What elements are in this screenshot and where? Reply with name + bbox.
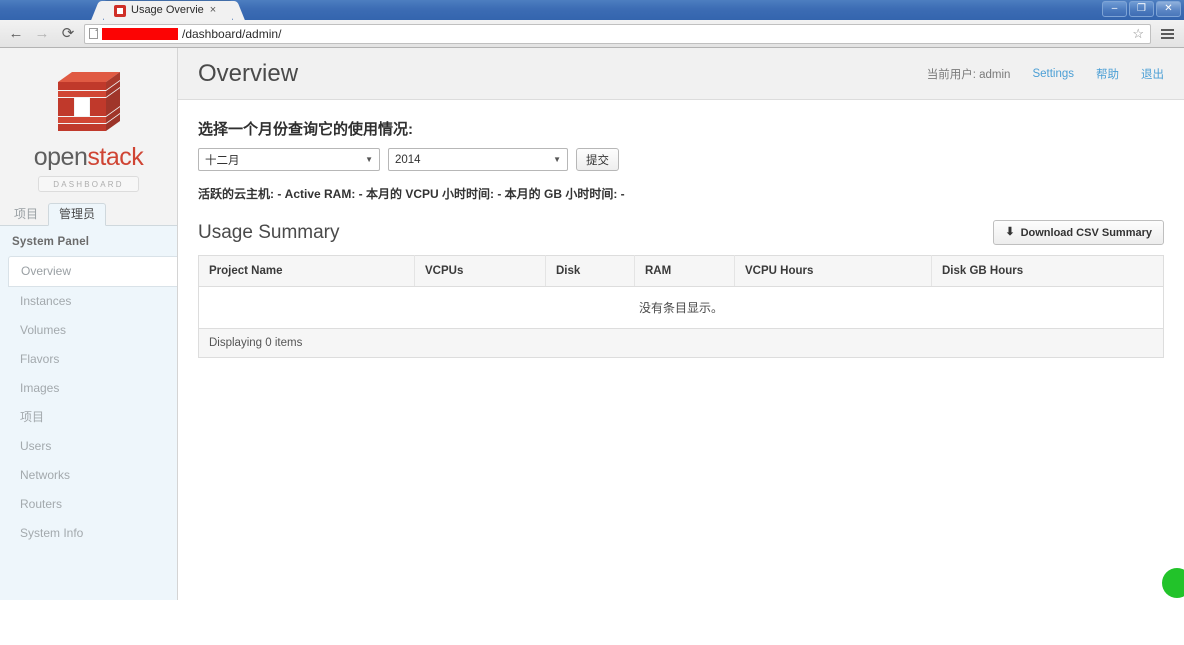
table-empty-row: 没有条目显示。	[198, 286, 1164, 329]
logo-word-stack: stack	[87, 143, 144, 171]
current-user-label: 当前用户: admin	[926, 68, 1011, 81]
window-controls: – ❐ ✕	[1102, 1, 1181, 17]
table-footer-text: Displaying 0 items	[198, 328, 1164, 358]
tab-title: Usage Overvie	[131, 4, 204, 16]
sidebar: openstack DASHBOARD 项目 管理员 System Panel …	[0, 48, 178, 600]
minimize-button[interactable]: –	[1102, 1, 1127, 17]
address-bar[interactable]: /dashboard/admin/ ☆	[84, 23, 1151, 44]
openstack-wordmark: openstack	[33, 143, 144, 171]
column-vcpus[interactable]: VCPUs	[414, 255, 546, 287]
close-tab-icon[interactable]: ×	[210, 1, 216, 20]
year-select[interactable]: 2014 ▼	[388, 148, 568, 171]
sidebar-item-networks[interactable]: Networks	[0, 461, 177, 490]
hamburger-menu-icon[interactable]	[1157, 28, 1178, 39]
close-window-button[interactable]: ✕	[1156, 1, 1181, 17]
download-icon: ⬇	[1005, 226, 1015, 238]
redacted-host	[102, 27, 178, 40]
bookmark-star-icon[interactable]: ☆	[1132, 26, 1146, 42]
browser-toolbar: ← → ⟳ /dashboard/admin/ ☆	[0, 20, 1184, 48]
tab-project[interactable]: 项目	[4, 204, 48, 225]
sidebar-item-volumes[interactable]: Volumes	[0, 316, 177, 345]
back-icon[interactable]: ←	[6, 24, 26, 44]
table-body: 没有条目显示。 Displaying 0 items	[198, 286, 1164, 358]
download-csv-label: Download CSV Summary	[1020, 226, 1152, 239]
browser-chrome: Usage Overvie × – ❐ ✕ ← → ⟳ /dashboard/a…	[0, 0, 1184, 48]
restore-button[interactable]: ❐	[1129, 1, 1154, 17]
sidebar-item-instances[interactable]: Instances	[0, 287, 177, 316]
forward-icon[interactable]: →	[32, 24, 52, 44]
column-vcpu-hours[interactable]: VCPU Hours	[734, 255, 932, 287]
empty-message: 没有条目显示。	[198, 286, 1164, 329]
status-indicator-dot[interactable]	[1162, 568, 1184, 598]
sidebar-item-overview[interactable]: Overview	[8, 256, 177, 287]
year-select-value: 2014	[395, 153, 421, 166]
table-footer-row: Displaying 0 items	[198, 328, 1164, 358]
month-select[interactable]: 十二月 ▼	[198, 148, 380, 171]
page-title: Overview	[198, 59, 299, 87]
main-content: Overview 当前用户: admin Settings 帮助 退出 选择一个…	[178, 48, 1184, 645]
app-body: openstack DASHBOARD 项目 管理员 System Panel …	[0, 48, 1184, 645]
page-info-icon	[89, 28, 98, 39]
chevron-down-icon: ▼	[553, 155, 561, 164]
sidebar-item-users[interactable]: Users	[0, 432, 177, 461]
column-disk[interactable]: Disk	[545, 255, 635, 287]
header-user-area: 当前用户: admin Settings 帮助 退出	[927, 66, 1164, 82]
submit-button[interactable]: 提交	[576, 148, 619, 171]
browser-titlebar: Usage Overvie × – ❐ ✕	[0, 0, 1184, 20]
sidebar-item-flavors[interactable]: Flavors	[0, 345, 177, 374]
sidebar-nav: System Panel Overview Instances Volumes …	[0, 226, 177, 600]
screenshot-root: Usage Overvie × – ❐ ✕ ← → ⟳ /dashboard/a…	[0, 0, 1184, 645]
column-project-name[interactable]: Project Name	[198, 255, 415, 287]
period-filter-form: 十二月 ▼ 2014 ▼ 提交	[198, 148, 1164, 171]
column-disk-gb-hours[interactable]: Disk GB Hours	[931, 255, 1164, 287]
tab-admin[interactable]: 管理员	[48, 203, 107, 226]
openstack-logo-icon	[50, 64, 128, 141]
download-csv-button[interactable]: ⬇ Download CSV Summary	[993, 220, 1164, 245]
sidebar-item-routers[interactable]: Routers	[0, 490, 177, 519]
column-ram[interactable]: RAM	[634, 255, 735, 287]
page-header: Overview 当前用户: admin Settings 帮助 退出	[178, 48, 1184, 100]
period-filter-label: 选择一个月份查询它的使用情况:	[198, 121, 413, 138]
sidebar-item-images[interactable]: Images	[0, 374, 177, 403]
chevron-down-icon: ▼	[365, 155, 373, 164]
help-link[interactable]: 帮助	[1096, 66, 1119, 82]
nav-heading-system-panel: System Panel	[12, 236, 90, 248]
settings-link[interactable]: Settings	[1032, 68, 1074, 80]
table-header-row: Project Name VCPUs Disk RAM VCPU Hours D…	[198, 255, 1164, 287]
logo-subtitle: DASHBOARD	[38, 176, 139, 192]
reload-icon[interactable]: ⟳	[58, 24, 78, 44]
browser-tab[interactable]: Usage Overvie ×	[104, 1, 232, 20]
url-path: /dashboard/admin/	[182, 26, 282, 41]
usage-summary-header: Usage Summary ⬇ Download CSV Summary	[198, 220, 1164, 245]
usage-summary-table: Project Name VCPUs Disk RAM VCPU Hours D…	[198, 255, 1164, 358]
logo-word-open: open	[33, 143, 88, 171]
usage-stats-line: 活跃的云主机: - Active RAM: - 本月的 VCPU 小时时间: -…	[198, 187, 625, 201]
table-head: Project Name VCPUs Disk RAM VCPU Hours D…	[198, 255, 1164, 287]
logout-link[interactable]: 退出	[1141, 66, 1164, 82]
sidebar-item-projects[interactable]: 项目	[0, 403, 177, 432]
openstack-favicon-icon	[114, 4, 126, 17]
main-inner: 选择一个月份查询它的使用情况: 十二月 ▼ 2014 ▼ 提交 活跃的云主机: …	[178, 100, 1184, 358]
brand-block: openstack DASHBOARD	[0, 48, 177, 200]
tab-strip: Usage Overvie ×	[0, 0, 232, 20]
sidebar-tabs: 项目 管理员	[0, 200, 177, 226]
usage-summary-title: Usage Summary	[198, 221, 340, 243]
sidebar-item-system-info[interactable]: System Info	[0, 519, 177, 548]
month-select-value: 十二月	[205, 154, 240, 167]
